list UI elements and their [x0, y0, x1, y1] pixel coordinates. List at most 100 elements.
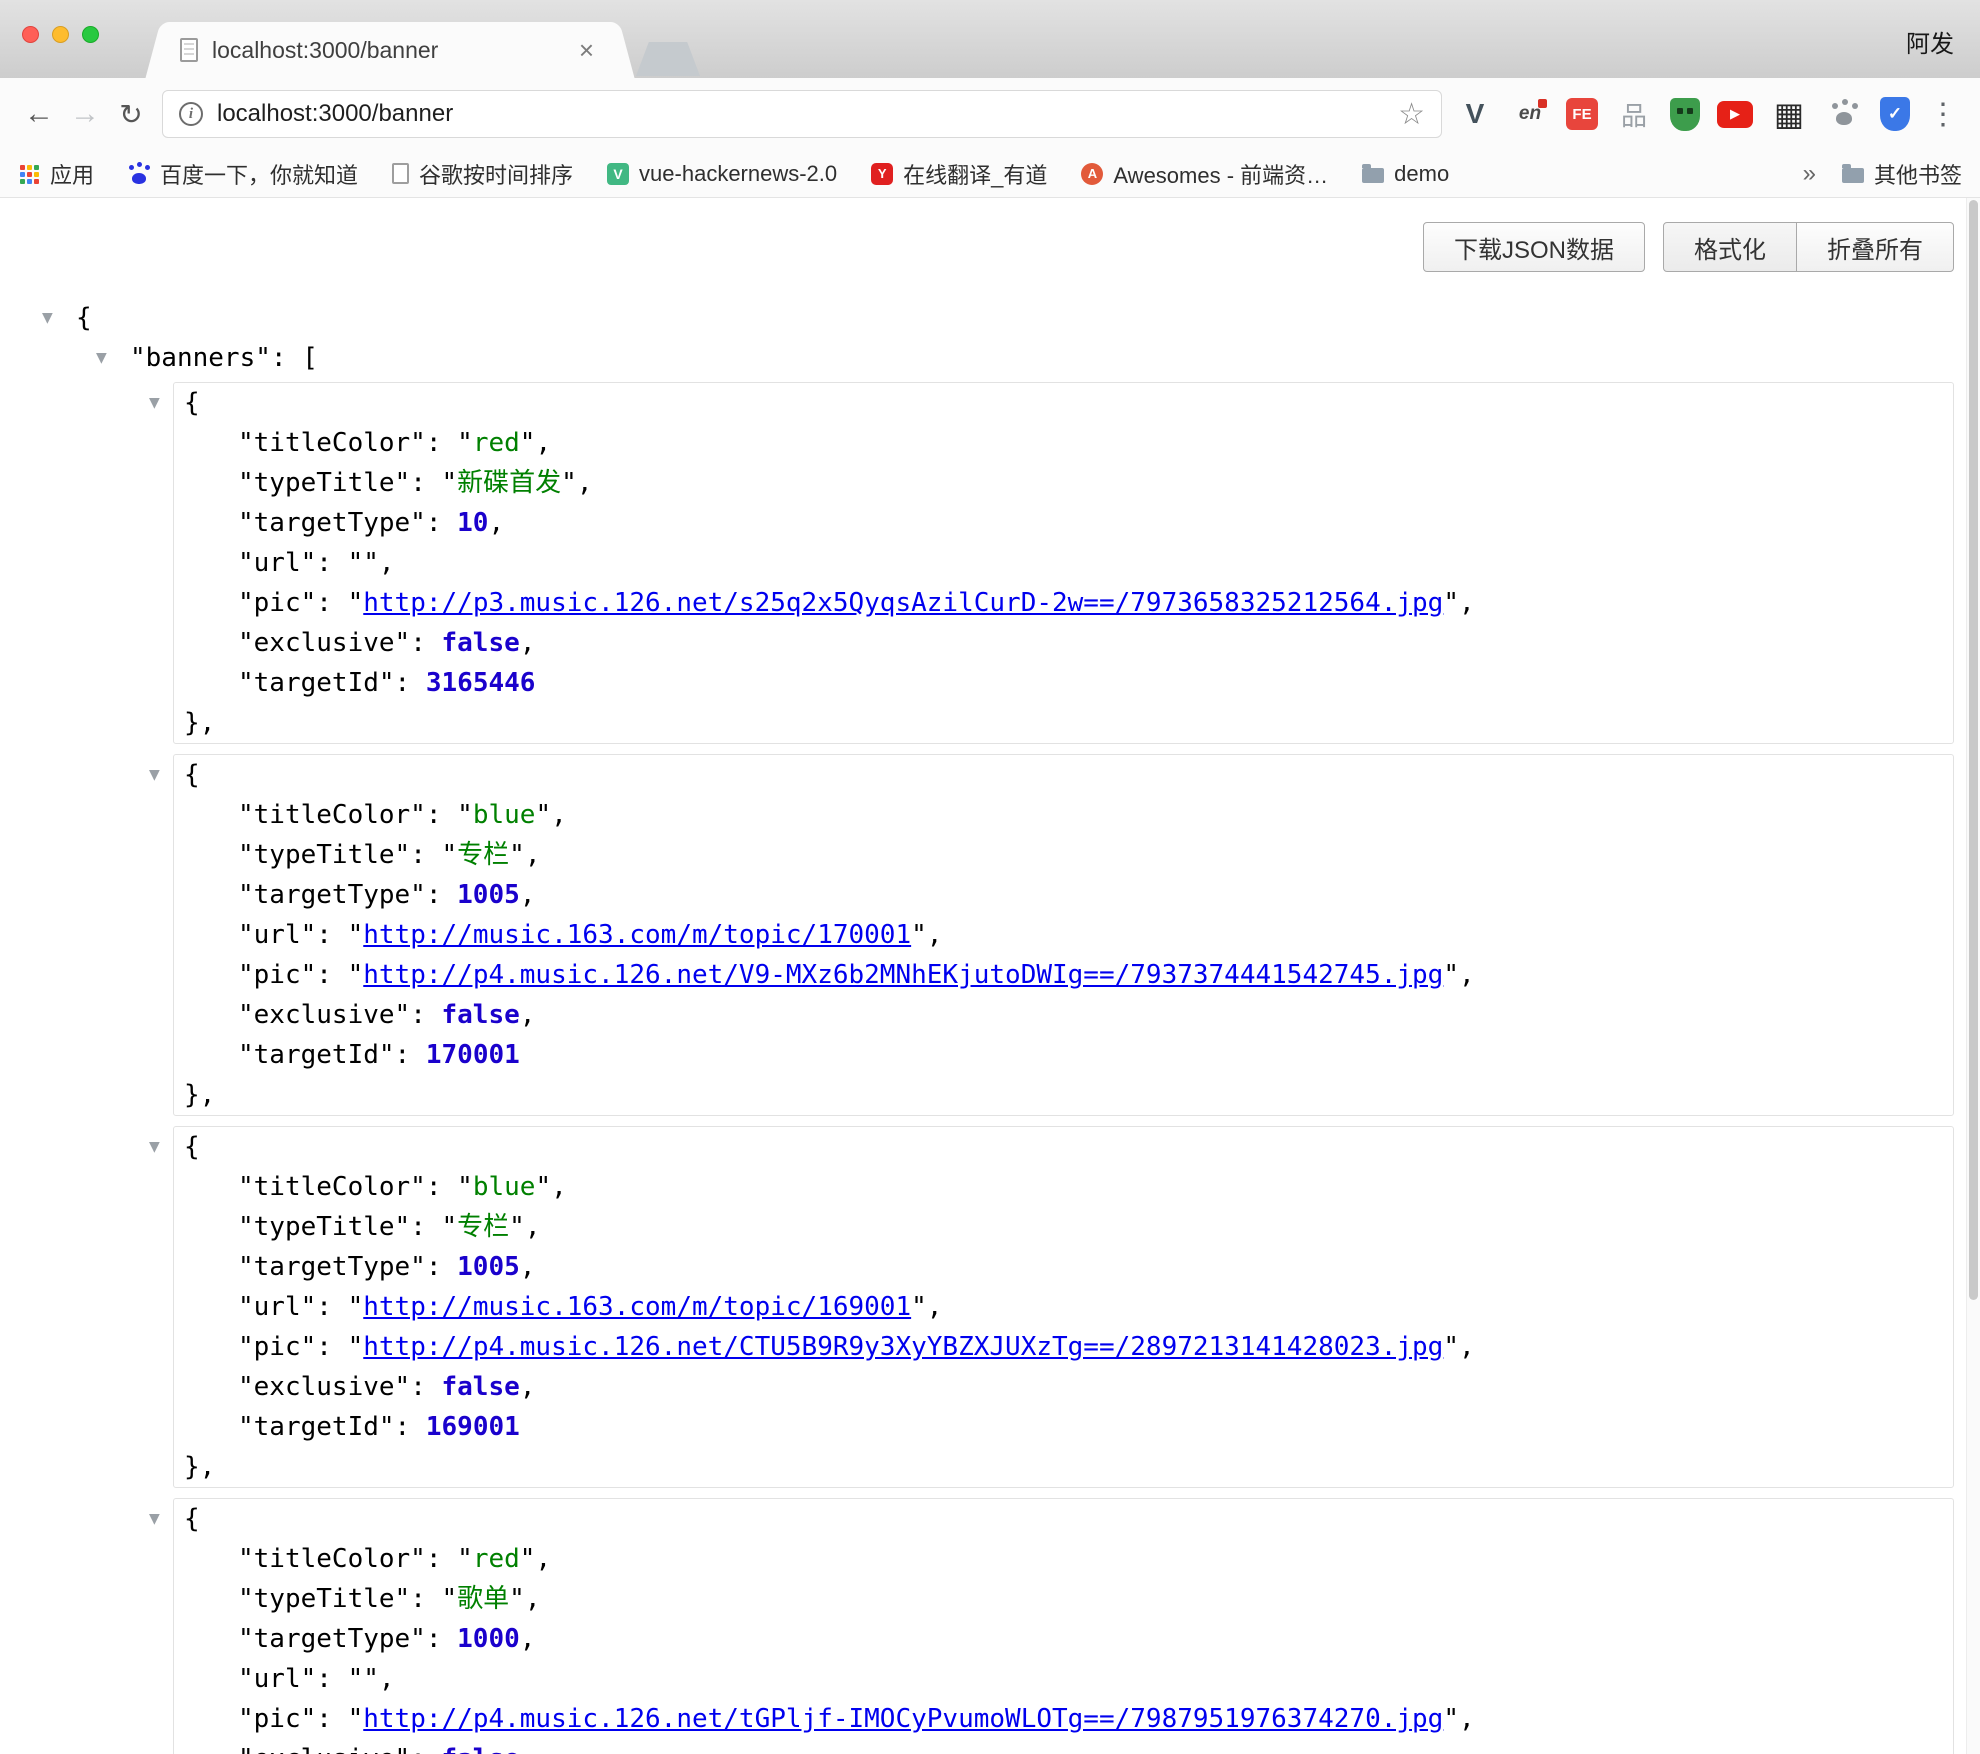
collapse-all-button[interactable]: 折叠所有	[1796, 222, 1954, 272]
format-button[interactable]: 格式化	[1663, 222, 1797, 272]
json-string-value: 歌单	[457, 1584, 509, 1614]
json-comma: ,	[927, 1292, 943, 1322]
browser-tab[interactable]: localhost:3000/banner ×	[170, 22, 610, 78]
json-key: "exclusive"	[238, 628, 410, 658]
window-close-button[interactable]	[22, 26, 39, 43]
browser-toolbar: ← → ↻ i localhost:3000/banner ☆ Ven FE 品 ▶ ▦…	[0, 78, 1980, 150]
fehelper-icon[interactable]: FE	[1566, 98, 1598, 130]
json-comma: ,	[577, 468, 593, 498]
json-field-line: "targetId": 170001	[174, 1035, 1953, 1075]
json-key: "pic"	[238, 1332, 316, 1362]
json-object-close-line: },	[174, 1075, 1953, 1115]
bookmark-item[interactable]: 应用	[18, 158, 94, 190]
window-minimize-button[interactable]	[52, 26, 69, 43]
vimium-v-icon[interactable]: V	[1456, 95, 1494, 133]
json-field-line: "exclusive": false,	[174, 1367, 1953, 1407]
json-punctuation: :	[316, 588, 347, 618]
json-key: "typeTitle"	[238, 1584, 410, 1614]
collapse-triangle-icon[interactable]: ▼	[149, 755, 160, 795]
url-bar[interactable]: i localhost:3000/banner ☆	[162, 90, 1442, 138]
vue-icon: V	[607, 163, 629, 185]
json-comma: ,	[488, 508, 504, 538]
json-link-value[interactable]: http://p4.music.126.net/CTU5B9R9y3XyYBZX…	[363, 1332, 1443, 1362]
org-tree-icon[interactable]: 品	[1615, 95, 1653, 133]
green-shield-icon[interactable]	[1670, 98, 1700, 131]
translate-en-icon[interactable]: en	[1511, 95, 1549, 133]
json-punctuation: :	[395, 668, 426, 698]
qr-code-icon[interactable]: ▦	[1770, 95, 1808, 133]
json-object-block: ▼{"titleColor": "red","typeTitle": "新碟首发…	[173, 382, 1954, 744]
json-key: "typeTitle"	[238, 840, 410, 870]
collapse-triangle-icon[interactable]: ▼	[149, 1499, 160, 1539]
json-punctuation: :	[426, 1252, 457, 1282]
collapse-triangle-icon[interactable]: ▼	[42, 298, 53, 338]
download-json-button[interactable]: 下载JSON数据	[1423, 222, 1645, 272]
json-key: "exclusive"	[238, 1372, 410, 1402]
json-comma: ,	[520, 1000, 536, 1030]
json-punctuation: :	[426, 1172, 457, 1202]
bookmark-item[interactable]: 百度一下，你就知道	[128, 158, 358, 190]
json-quote: "	[457, 1172, 473, 1202]
bookmark-item[interactable]: AAwesomes - 前端资…	[1081, 158, 1328, 190]
reload-button[interactable]: ↻	[108, 91, 154, 137]
page-info-icon[interactable]: i	[179, 102, 203, 126]
youtube-icon[interactable]: ▶	[1717, 101, 1753, 128]
json-punctuation: :	[410, 1212, 441, 1242]
json-key: "targetId"	[238, 668, 395, 698]
browser-window: localhost:3000/banner × 阿发 ← → ↻ i local…	[0, 0, 1980, 1754]
collapse-triangle-icon[interactable]: ▼	[149, 1127, 160, 1167]
json-punctuation: :	[426, 1624, 457, 1654]
bookmark-item[interactable]: Vvue-hackernews-2.0	[607, 161, 837, 187]
json-comma: ,	[520, 880, 536, 910]
other-bookmarks[interactable]: 其他书签	[1842, 158, 1962, 190]
json-field-line: "targetId": 3165446	[174, 663, 1953, 703]
json-punctuation: :	[410, 1584, 441, 1614]
json-punctuation: :	[410, 628, 441, 658]
json-link-value[interactable]: http://p3.music.126.net/s25q2x5QyqsAzilC…	[363, 588, 1443, 618]
json-punctuation: :	[316, 1332, 347, 1362]
json-punctuation: :	[410, 468, 441, 498]
collapse-triangle-icon[interactable]: ▼	[96, 338, 107, 378]
json-punctuation: },	[184, 1080, 215, 1110]
json-number-value: 170001	[426, 1040, 520, 1070]
json-field-line: "typeTitle": "专栏",	[174, 1207, 1953, 1247]
json-quote: "	[457, 1544, 473, 1574]
paw-icon[interactable]	[1825, 95, 1863, 133]
bookmark-item[interactable]: 谷歌按时间排序	[392, 158, 573, 190]
json-link-value[interactable]: http://p4.music.126.net/V9-MXz6b2MNhEKju…	[363, 960, 1443, 990]
json-key: "pic"	[238, 588, 316, 618]
json-field-line: "targetType": 1005,	[174, 1247, 1953, 1287]
forward-button[interactable]: →	[62, 91, 108, 137]
json-quote: "	[1443, 1332, 1459, 1362]
json-key: "exclusive"	[238, 1000, 410, 1030]
collapse-triangle-icon[interactable]: ▼	[149, 383, 160, 423]
json-key: "banners"	[130, 343, 271, 373]
json-punctuation: {	[184, 1504, 200, 1534]
scrollbar-thumb[interactable]	[1969, 200, 1978, 1300]
json-quote: "	[348, 1664, 364, 1694]
bookmarks-overflow-icon[interactable]: »	[1803, 160, 1816, 188]
json-key: "pic"	[238, 1704, 316, 1734]
profile-name[interactable]: 阿发	[1906, 24, 1954, 59]
new-tab-button[interactable]	[636, 42, 700, 76]
json-root-line: ▼{	[0, 298, 1980, 338]
browser-menu-icon[interactable]: ⋮	[1922, 97, 1964, 132]
bookmark-star-icon[interactable]: ☆	[1398, 97, 1425, 132]
shield-check-icon[interactable]: ✓	[1880, 97, 1910, 131]
json-punctuation: : [	[271, 343, 318, 373]
json-string-value: red	[473, 428, 520, 458]
json-key: "targetId"	[238, 1412, 395, 1442]
back-button[interactable]: ←	[16, 91, 62, 137]
json-link-value[interactable]: http://music.163.com/m/topic/169001	[363, 1292, 911, 1322]
json-quote: "	[561, 468, 577, 498]
window-zoom-button[interactable]	[82, 26, 99, 43]
folder-icon	[1362, 168, 1384, 183]
json-link-value[interactable]: http://p4.music.126.net/tGPljf-IMOCyPvum…	[363, 1704, 1443, 1734]
json-link-value[interactable]: http://music.163.com/m/topic/170001	[363, 920, 911, 950]
json-key: "targetId"	[238, 1040, 395, 1070]
bookmark-item[interactable]: demo	[1362, 161, 1449, 187]
json-quote: "	[348, 920, 364, 950]
bookmark-item[interactable]: Y在线翻译_有道	[871, 158, 1047, 190]
json-field-line: "targetType": 10,	[174, 503, 1953, 543]
tab-close-icon[interactable]: ×	[573, 37, 600, 63]
